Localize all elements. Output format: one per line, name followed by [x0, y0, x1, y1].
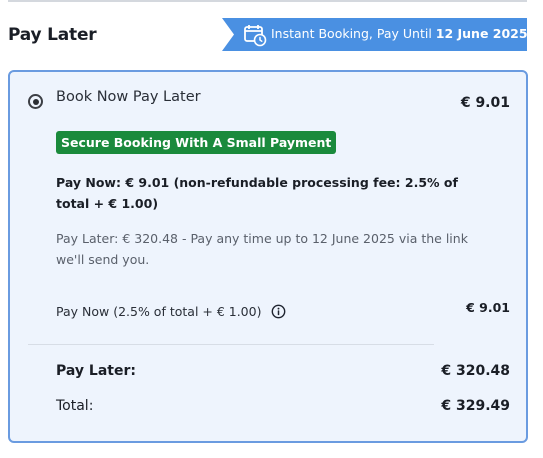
total-value: € 329.49 — [441, 398, 510, 414]
banner-date: 12 June 2025 — [435, 26, 528, 41]
pay-now-description: Pay Now: € 9.01 (non-refundable processi… — [56, 175, 458, 211]
top-divider — [8, 0, 527, 2]
pay-later-value: € 320.48 — [441, 363, 510, 379]
info-icon[interactable] — [271, 304, 286, 319]
pay-now-breakdown-label: Pay Now (2.5% of total + € 1.00) — [56, 304, 262, 319]
pay-now-breakdown-value: € 9.01 — [466, 300, 510, 315]
pay-now-breakdown: Pay Now (2.5% of total + € 1.00) — [56, 304, 286, 319]
pay-later-description: Pay Later: € 320.48 - Pay any time up to… — [56, 231, 468, 267]
option-title: Book Now Pay Later — [56, 89, 201, 105]
option-radio[interactable] — [28, 94, 43, 109]
instant-booking-banner: Instant Booking, Pay Until 12 June 2025 — [222, 18, 527, 51]
summary-divider — [28, 344, 434, 345]
pay-later-label: Pay Later: — [56, 363, 136, 379]
banner-label: Instant Booking, Pay Until — [271, 26, 436, 41]
option-price: € 9.01 — [460, 95, 510, 111]
secure-booking-badge: Secure Booking With A Small Payment — [56, 131, 337, 154]
banner-text: Instant Booking, Pay Until 12 June 2025 — [271, 26, 528, 41]
section-title: Pay Later — [8, 25, 97, 45]
total-label: Total: — [56, 398, 94, 414]
calendar-clock-icon — [244, 25, 267, 47]
book-now-pay-later-option[interactable]: Book Now Pay Later € 9.01 Secure Booking… — [8, 70, 528, 443]
